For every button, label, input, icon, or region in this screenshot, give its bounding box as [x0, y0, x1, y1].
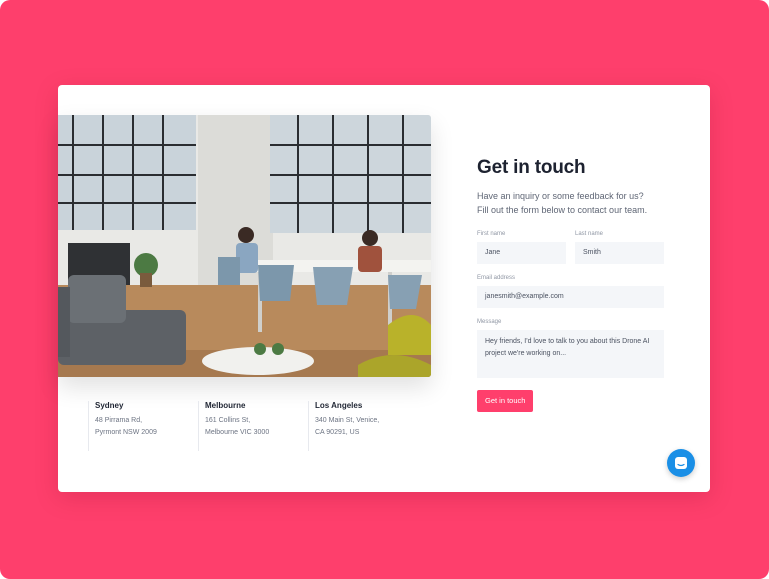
email-field-group: Email address janesmith@example.com	[477, 275, 664, 308]
get-in-touch-button[interactable]: Get in touch	[477, 390, 534, 412]
location-city: Los Angeles	[315, 401, 363, 410]
first-name-field-group: First name Jane	[477, 231, 566, 264]
chat-launcher-button[interactable]	[667, 449, 695, 477]
form-subtitle-line1: Have an inquiry or some feedback for us?	[477, 191, 644, 201]
location-city: Sydney	[95, 401, 124, 410]
first-name-label: First name	[477, 231, 506, 237]
location-address-line1: 48 Pirrama Rd,	[95, 417, 143, 424]
message-label: Message	[477, 319, 502, 325]
location-sydney: Sydney 48 Pirrama Rd, Pyrmont NSW 2009	[88, 401, 198, 451]
email-input[interactable]: janesmith@example.com	[477, 286, 664, 308]
chat-icon	[675, 457, 687, 469]
email-label: Email address	[477, 275, 516, 281]
office-photo	[58, 115, 431, 377]
contact-card: Sydney 48 Pirrama Rd, Pyrmont NSW 2009 M…	[58, 85, 710, 492]
location-address-line1: 161 Collins St,	[205, 417, 251, 424]
last-name-input[interactable]: Smith	[575, 242, 664, 264]
location-address-line2: CA 90291, US	[315, 429, 360, 436]
location-melbourne: Melbourne 161 Collins St, Melbourne VIC …	[198, 401, 308, 451]
office-illustration	[58, 115, 431, 377]
location-address-line2: Pyrmont NSW 2009	[95, 429, 157, 436]
last-name-label: Last name	[575, 231, 604, 237]
form-title: Get in touch	[477, 157, 586, 178]
first-name-input[interactable]: Jane	[477, 242, 566, 264]
location-city: Melbourne	[205, 401, 246, 410]
location-address-line1: 340 Main St, Venice,	[315, 417, 380, 424]
location-address-line2: Melbourne VIC 3000	[205, 429, 270, 436]
form-subtitle-line2: Fill out the form below to contact our t…	[477, 205, 648, 215]
message-textarea[interactable]: Hey friends, I'd love to talk to you abo…	[477, 330, 664, 378]
message-field-group: Message Hey friends, I'd love to talk to…	[477, 319, 664, 378]
last-name-field-group: Last name Smith	[575, 231, 664, 264]
contact-form: Get in touch Have an inquiry or some fee…	[477, 157, 664, 412]
form-subtitle: Have an inquiry or some feedback for us?…	[477, 189, 664, 217]
office-locations: Sydney 48 Pirrama Rd, Pyrmont NSW 2009 M…	[88, 401, 418, 451]
location-los-angeles: Los Angeles 340 Main St, Venice, CA 9029…	[308, 401, 418, 451]
